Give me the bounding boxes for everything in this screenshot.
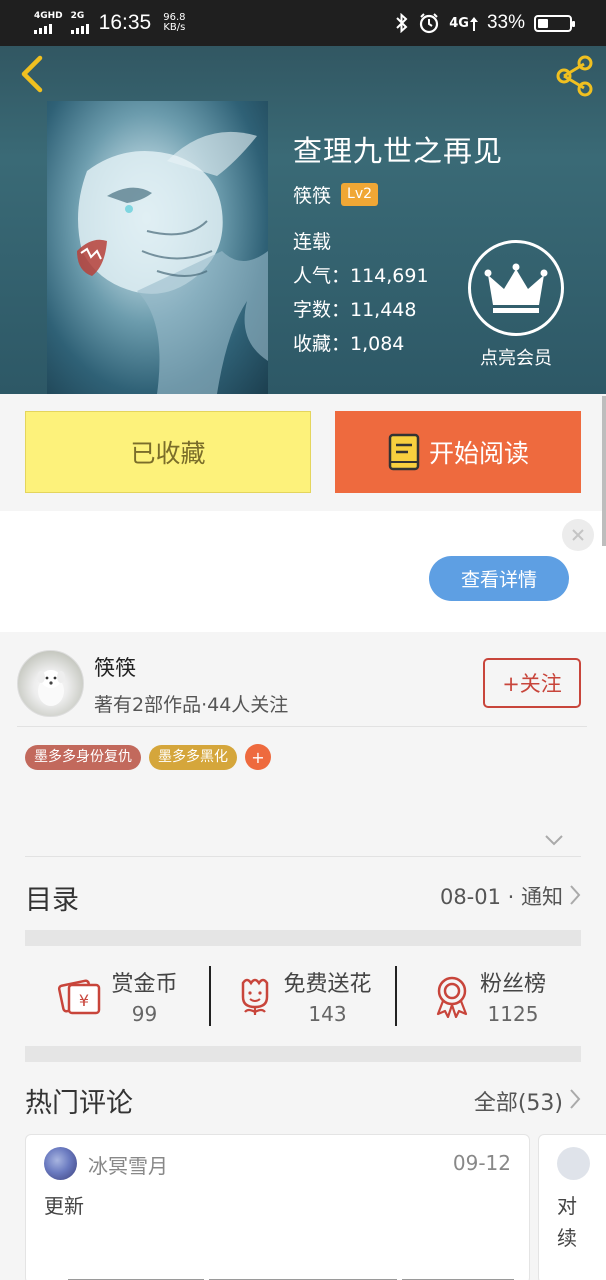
start-reading-button[interactable]: 开始阅读 — [335, 411, 581, 493]
author-card[interactable]: 筷筷 著有2部作品·44人关注 +关注 — [17, 650, 587, 726]
commenter-avatar[interactable] — [44, 1147, 77, 1180]
toc-update-info: 08-01 · 通知 — [439, 885, 563, 909]
svg-text:¥: ¥ — [79, 991, 89, 1010]
comment-text: 对续 — [557, 1194, 577, 1250]
divider — [25, 856, 581, 857]
book-title: 查理九世之再见 — [293, 134, 504, 168]
tag-item[interactable]: 墨多多身份复仇 — [25, 744, 141, 770]
scrollbar[interactable] — [602, 396, 606, 546]
comment-card[interactable]: 冰冥雪月 09-12 更新 — [25, 1134, 530, 1280]
fan-ranking-button[interactable]: 粉丝榜 1125 — [397, 946, 581, 1046]
favorited-label: 已收藏 — [130, 439, 206, 468]
alarm-icon — [420, 13, 439, 34]
ad-close-button[interactable] — [562, 519, 594, 551]
stat-label: 粉丝榜 — [479, 972, 546, 997]
chevron-right-icon — [570, 885, 581, 905]
author-card-name: 筷筷 — [94, 656, 136, 680]
chevron-right-icon — [570, 1089, 581, 1109]
status-left: 4GHD 2G 16:35 96.8 KB/s — [34, 8, 185, 38]
support-stats: ¥ 赏金币 99 免费送花 143 粉丝榜 1125 — [25, 946, 581, 1046]
share-button[interactable] — [552, 54, 596, 98]
add-tag-button[interactable]: + — [245, 744, 271, 770]
author-card-info: 著有2部作品·44人关注 — [94, 694, 289, 716]
back-button[interactable] — [14, 52, 54, 96]
status-right: 4G 33% — [395, 9, 575, 37]
stat-label: 免费送花 — [283, 972, 372, 997]
word-count: 字数：11,448 — [293, 299, 417, 321]
flower-icon — [242, 978, 269, 1015]
table-of-contents-row[interactable]: 目录 08-01 · 通知 — [25, 858, 581, 930]
hot-comments-title: 热门评论 — [25, 1088, 133, 1119]
ad-detail-label: 查看详情 — [460, 569, 537, 591]
bluetooth-icon — [396, 13, 408, 33]
author-level-badge: Lv2 — [341, 183, 379, 206]
share-icon — [556, 55, 593, 97]
crown-icon — [468, 240, 564, 336]
send-flowers-button[interactable]: 免费送花 143 — [211, 946, 396, 1046]
medal-icon — [436, 976, 468, 1018]
tag-item[interactable]: 墨多多黑化 — [149, 744, 237, 770]
book-author-line: 筷筷 Lv2 — [293, 181, 379, 208]
chevron-down-icon — [545, 835, 563, 846]
network-label: 4G — [449, 15, 469, 31]
sim1-signal-icon: 4GHD — [34, 12, 63, 34]
battery-percent: 33% — [486, 12, 525, 33]
section-separator — [25, 1046, 581, 1062]
book-author[interactable]: 筷筷 — [293, 181, 331, 208]
network-4g-icon: 4G — [449, 16, 478, 31]
stat-label: 赏金币 — [111, 972, 178, 997]
comment-date: 09-12 — [452, 1151, 511, 1175]
comment-text: 更新 — [44, 1194, 84, 1218]
comment-card[interactable]: 对续 — [538, 1134, 606, 1280]
ad-banner: 查看详情 — [0, 511, 606, 632]
favorited-button[interactable]: 已收藏 — [25, 411, 311, 493]
vip-membership-button[interactable]: 点亮会员 — [466, 240, 566, 370]
section-separator — [25, 930, 581, 946]
sim1-label: 4GHD — [34, 11, 63, 21]
serial-status: 连载 — [293, 231, 332, 253]
action-bar: 已收藏 开始阅读 — [0, 394, 606, 511]
reward-coins-button[interactable]: ¥ 赏金币 99 — [25, 946, 210, 1046]
popularity-count: 人气：114,691 — [293, 265, 429, 287]
ad-detail-button[interactable]: 查看详情 — [429, 556, 569, 601]
all-comments-link[interactable]: 全部(53) — [474, 1085, 563, 1117]
tiger-cover-illustration — [77, 131, 268, 394]
sim2-label: 2G — [70, 11, 85, 21]
author-avatar[interactable] — [17, 650, 84, 717]
vip-label: 点亮会员 — [480, 348, 552, 369]
book-cover-image[interactable] — [47, 101, 268, 394]
expand-button[interactable] — [544, 832, 564, 846]
battery-icon — [534, 14, 575, 32]
speed-unit: KB/s — [163, 22, 186, 33]
hot-comments-header[interactable]: 热门评论 全部(53) — [25, 1064, 581, 1134]
close-icon — [572, 529, 584, 541]
favorites-count: 收藏：1,084 — [293, 333, 405, 355]
follow-label: +关注 — [502, 672, 562, 696]
start-reading-label: 开始阅读 — [428, 439, 529, 468]
stat-value: 99 — [131, 1002, 158, 1026]
book-icon — [388, 433, 420, 471]
network-speed: 96.8 KB/s — [163, 13, 185, 33]
toc-title: 目录 — [25, 885, 79, 916]
clock: 16:35 — [98, 11, 152, 34]
commenter-name[interactable]: 冰冥雪月 — [88, 1150, 168, 1179]
follow-button[interactable]: +关注 — [483, 658, 581, 708]
stat-value: 1125 — [487, 1002, 539, 1026]
sim2-signal-icon: 2G — [70, 11, 89, 34]
commenter-avatar[interactable] — [557, 1147, 590, 1180]
status-bar: 4GHD 2G 16:35 96.8 KB/s 4G 33% — [0, 0, 606, 46]
puppy-avatar-illustration — [37, 670, 65, 706]
chevron-left-icon — [21, 55, 43, 93]
divider — [17, 726, 587, 727]
tag-list: 墨多多身份复仇 墨多多黑化 + — [25, 744, 271, 770]
book-detail-content: 筷筷 著有2部作品·44人关注 +关注 墨多多身份复仇 墨多多黑化 + 目录 0… — [0, 632, 606, 1280]
stat-value: 143 — [308, 1002, 347, 1026]
coin-envelope-icon: ¥ — [58, 979, 101, 1015]
book-header: 4GHD 2G 16:35 96.8 KB/s 4G 33% 查理九世之再见 筷… — [0, 0, 606, 394]
